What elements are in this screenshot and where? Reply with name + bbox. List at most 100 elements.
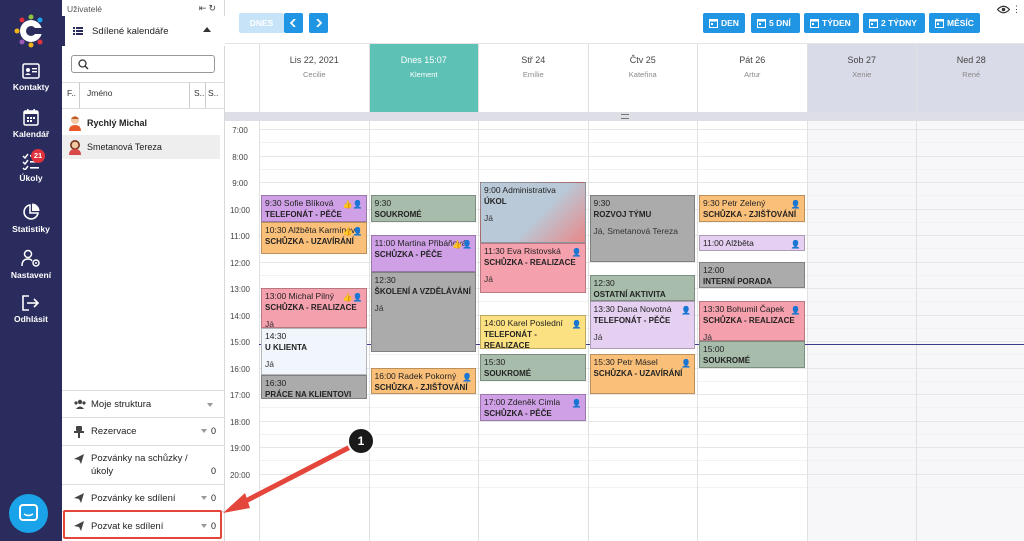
day-person: Cecilie <box>302 70 326 79</box>
divider <box>205 82 206 108</box>
calendar-event[interactable]: 17:00 Zdeněk Cimla SCHŮZKA - PĚČE 👤 <box>480 394 586 421</box>
day-column-line <box>587 121 589 541</box>
calendar-event[interactable]: 11:00 Martina Přibáňová SCHŮZKA - PĚČE 👍👤 <box>370 235 476 273</box>
view-button-3[interactable]: 2 TÝDNY <box>863 13 925 33</box>
next-button[interactable] <box>309 13 328 33</box>
calendar-event[interactable]: 10:30 Alžběta Karmínová SCHŮZKA - UZAVÍRÁ… <box>261 221 367 254</box>
day-header[interactable]: Pát 26 Artur <box>697 44 807 112</box>
calendar-event[interactable]: 9:30 ROZVOJ TÝMU Já, Smetanová Tereza <box>589 195 695 262</box>
calendar-event[interactable]: 11:30 Eva Ristovská SCHŮZKA - REALIZACE Já… <box>480 242 586 294</box>
half-hour-line <box>259 168 1024 170</box>
chat-button[interactable] <box>9 494 48 533</box>
column-s2[interactable]: S.. <box>208 88 218 98</box>
hour-line <box>259 473 1024 475</box>
previous-button[interactable] <box>284 13 303 33</box>
event-participants: Já <box>374 303 384 314</box>
calendar-event[interactable]: 12:00 INTERNÍ PORADA <box>699 261 805 288</box>
calendar-event[interactable]: 9:30 Sofie Blíková TELEFONÁT - PĚČE 👍👤 <box>261 195 367 222</box>
nav-item-nastavení[interactable]: Nastavení <box>0 249 62 280</box>
event-participants: Já <box>265 358 274 369</box>
main-navigation: Kontakty Kalendář Úkoly 21 Statistiky Nastave… <box>0 0 62 541</box>
calendar-event[interactable]: 15:30 Petr Másel SCHŮZKA - UZAVÍRÁNÍ 👤 <box>589 354 695 394</box>
calendar-event[interactable]: 13:30 Bohumil Čapek SCHŮZKA - REALIZACE Já… <box>699 301 805 341</box>
nav-item-odhlásit[interactable]: Odhlásit <box>0 295 62 324</box>
event-type: ROZVOJ TÝMU <box>593 210 652 220</box>
nav-item-kontakty[interactable]: Kontakty <box>0 63 62 92</box>
nav-label: Odhlásit <box>13 314 48 324</box>
eye-icon[interactable] <box>997 5 1010 14</box>
shared-calendars-header[interactable]: Sdílené kalendáře <box>62 16 225 46</box>
event-type: SCHŮZKA - ZJIŠŤOVÁNÍ <box>703 210 797 220</box>
hour-label: 8:00 <box>232 152 248 162</box>
view-button-1[interactable]: 5 DNÍ <box>751 13 800 33</box>
nav-item-statistiky[interactable]: Statistiky <box>0 203 62 234</box>
refresh-icon[interactable]: ↻ <box>208 3 218 13</box>
event-title: 13:30 Dana Novotná <box>593 304 672 315</box>
column-f[interactable]: F.. <box>67 88 76 98</box>
column-name[interactable]: Jméno <box>87 88 113 98</box>
calendar-event[interactable]: 12:30 ŠKOLENÍ A VZDĚLÁVÁNÍ Já <box>370 272 476 352</box>
section-meeting-invites[interactable]: Pozvánky na schůzky / úkoly 0 <box>62 445 225 484</box>
today-button[interactable]: DNES <box>239 13 284 33</box>
calendar-event[interactable]: 16:00 Radek Pokorný SCHŮZKA - ZJIŠŤOVÁNÍ 👤 <box>370 367 476 394</box>
section-sharing-invites[interactable]: Pozvánky ke sdílení 0 <box>62 484 225 511</box>
calendar-event[interactable]: 13:00 Michal Pilný SCHŮZKA - REALIZACE Já 👍… <box>261 288 367 328</box>
calendar-event[interactable]: 13:30 Dana Novotná TELEFONÁT - PĚČE Já 👤 <box>589 301 695 349</box>
calendar-event[interactable]: 14:30 U KLIENTA Já <box>261 327 367 376</box>
event-type: PRÁCE NA KLIENTOVI <box>265 390 352 400</box>
grip-icon <box>621 114 629 119</box>
event-type: SCHŮZKA - ZJIŠŤOVÁNÍ <box>374 382 468 392</box>
day-header[interactable]: Sob 27 Xenie <box>806 44 916 112</box>
day-header[interactable]: Ned 28 René <box>916 44 1024 112</box>
send-icon <box>74 493 84 503</box>
list-icon <box>73 27 83 35</box>
event-status-icon: 👍👤 <box>342 200 363 210</box>
user-search-input[interactable] <box>71 55 215 73</box>
day-header[interactable]: Stř 24 Emílie <box>478 44 588 112</box>
section-label: Rezervace <box>91 426 137 437</box>
calendar-event[interactable]: 12:30 OSTATNÍ AKTIVITA <box>589 274 695 302</box>
day-column-line <box>916 121 917 541</box>
column-s1[interactable]: S.. <box>194 88 204 98</box>
nav-item-kalendář[interactable]: Kalendář <box>0 109 62 139</box>
hour-label: 19:00 <box>229 444 251 453</box>
view-button-label: DEN <box>721 18 739 28</box>
day-header[interactable]: Lis 22, 2021 Cecilie <box>259 44 369 112</box>
calendar-event[interactable]: 9:00 Administrativa ÚKOL Já <box>480 182 586 243</box>
day-person: Artur <box>744 70 761 79</box>
section-count: 0 <box>210 426 216 436</box>
more-icon[interactable]: ⋮ <box>1012 4 1021 15</box>
calendar-event[interactable]: 11:00 Alžběta 👤 <box>699 235 805 251</box>
calendar-event[interactable]: 15:30 SOUKROMÉ <box>480 354 586 381</box>
user-row[interactable]: Rychlý Michal <box>62 111 220 135</box>
day-header[interactable]: Dnes 15:07 Klement <box>368 44 478 112</box>
nav-item-úkoly[interactable]: Úkoly 21 <box>0 149 62 183</box>
view-button-4[interactable]: MĚSÍC <box>929 13 980 33</box>
calendar-event[interactable]: 14:00 Karel Poslední TELEFONÁT - REALIZAC… <box>480 314 586 349</box>
event-title: 12:30 <box>374 275 396 286</box>
calendar-event[interactable]: 15:00 SOUKROMÉ <box>699 341 805 368</box>
event-status-icon: 👤 <box>571 399 582 408</box>
user-row[interactable]: Smetanová Tereza <box>62 135 220 159</box>
view-button-2[interactable]: TÝDEN <box>804 13 859 33</box>
section-reservations[interactable]: Rezervace 0 <box>62 417 225 445</box>
day-header[interactable]: Čtv 25 Kateřina <box>587 44 698 112</box>
day-column-line <box>259 121 260 541</box>
day-column-line <box>806 121 808 541</box>
day-date: Stř 24 <box>521 55 546 65</box>
view-button-0[interactable]: DEN <box>703 13 745 33</box>
section-my-structure[interactable]: Moje struktura <box>62 390 225 417</box>
day-date: Sob 27 <box>847 55 877 65</box>
divider <box>62 108 225 109</box>
divider <box>79 82 80 108</box>
event-title: 12:00 <box>703 264 725 275</box>
calendar-event[interactable]: 16:30 PRÁCE NA KLIENTOVI <box>261 375 367 400</box>
calendar-event[interactable]: 9:30 SOUKROMÉ <box>370 195 476 222</box>
calendar-icon <box>709 19 718 28</box>
resize-handle[interactable] <box>225 112 1024 121</box>
event-participants: Já <box>593 332 603 343</box>
event-type: ŠKOLENÍ A VZDĚLÁVÁNÍ <box>374 287 471 297</box>
section-count: 0 <box>210 493 216 503</box>
half-hour-line <box>259 460 1024 462</box>
calendar-event[interactable]: 9:30 Petr Zelený SCHŮZKA - ZJIŠŤOVÁNÍ 👤 <box>699 195 805 222</box>
